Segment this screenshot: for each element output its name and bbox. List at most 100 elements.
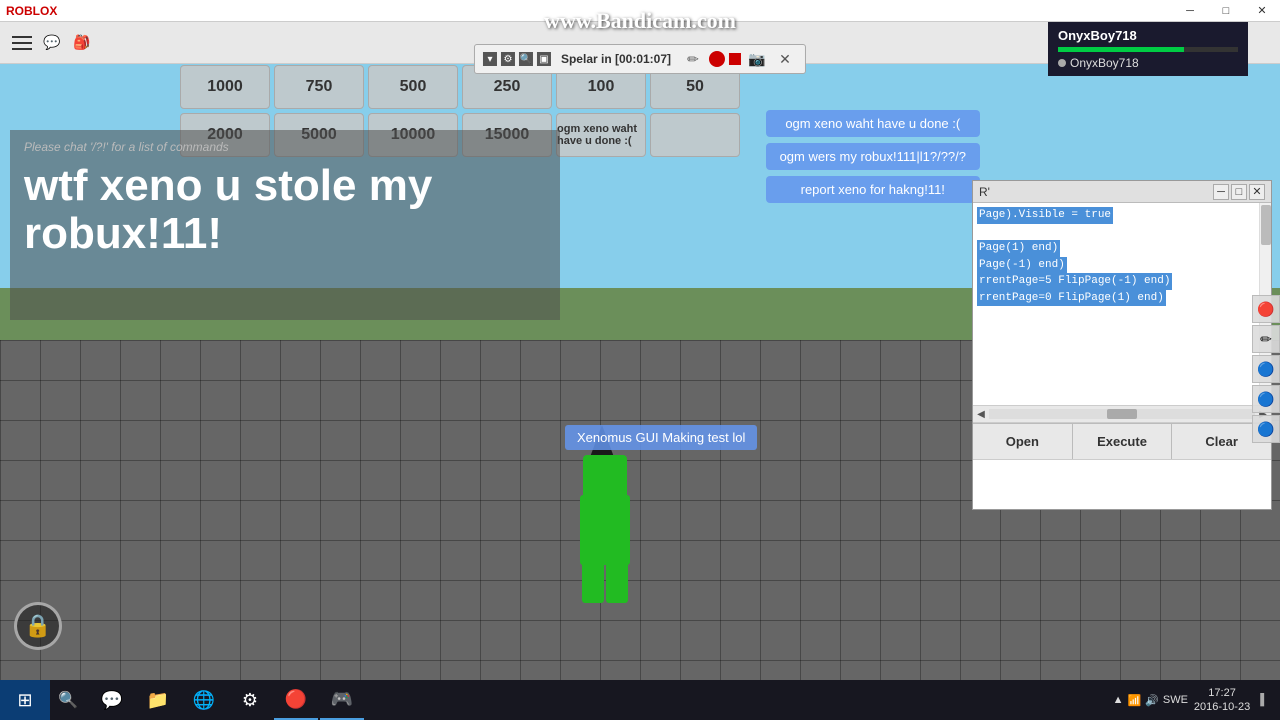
editor-title: R' [979,185,990,199]
tray-arrow[interactable]: ▲ [1113,694,1124,706]
online-user-row: OnyxBoy718 [1058,56,1238,70]
open-button[interactable]: Open [973,424,1073,459]
taskbar-app-chat[interactable]: 💬 [90,680,134,720]
chat-icon[interactable]: 💬 [40,31,64,55]
system-clock[interactable]: 17:27 2016-10-23 [1194,686,1250,715]
chat-bubble-2[interactable]: report xeno for hakng!11! [766,176,980,203]
title-bar-left: ROBLOX [0,4,57,18]
editor-horizontal-bar: ◀ ▶ [973,405,1271,423]
menu-line [12,42,32,44]
num-btn-1000[interactable]: 1000 [180,65,270,109]
code-highlighted-4: Page(-1) end) [977,257,1067,274]
side-icon-2[interactable]: ✏ [1252,325,1280,353]
char-leg-right [606,563,628,603]
taskbar: ⊞ 🔍 💬 📁 🌐 ⚙ 🔴 🎮 ▲ 📶 🔊 SWE 17:27 2016-10-… [0,680,1280,720]
user-panel-name: OnyxBoy718 [1058,28,1238,43]
taskbar-app-browser[interactable]: 🌐 [182,680,226,720]
char-body [580,495,630,565]
sys-tray: ▲ 📶 🔊 SWE [1113,694,1188,707]
code-highlighted-3: Page(1) end) [977,240,1060,257]
user-xp-bar [1058,47,1238,52]
rec-stop-btn[interactable] [729,53,741,65]
clock-time: 17:27 [1208,686,1236,700]
num-btn-chat1[interactable]: ogm xeno waht have u done :( [556,113,646,157]
menu-line [12,48,32,50]
code-area[interactable]: Page).Visible = true Page(1) end) Page(-… [973,203,1271,405]
user-xp-fill [1058,47,1184,52]
rec-camera-icon[interactable]: 📷 [745,47,769,71]
editor-title-bar: R' ─ □ ✕ [973,181,1271,203]
editor-buttons: Open Execute Clear [973,423,1271,459]
taskbar-app-settings[interactable]: ⚙ [228,680,272,720]
tray-lang: SWE [1163,694,1188,706]
start-button[interactable]: ⊞ [0,680,50,720]
online-dot [1058,59,1066,67]
rec-dropdown-btn[interactable]: ▾ [483,52,497,66]
editor-output[interactable] [973,459,1271,509]
code-line-3: Page(1) end) [977,240,1267,257]
taskbar-apps: 💬 📁 🌐 ⚙ 🔴 🎮 [90,680,364,720]
num-btn-500[interactable]: 500 [368,65,458,109]
h-scroll-track[interactable] [989,409,1255,419]
code-line-2 [977,224,1267,241]
taskbar-app-roblox[interactable]: 🎮 [320,680,364,720]
code-highlighted-1: Page).Visible = true [977,207,1113,224]
title-bar-controls: ─ □ ✕ [1172,0,1280,22]
side-icon-4[interactable]: 🔵 [1252,385,1280,413]
tray-network[interactable]: 📶 [1127,694,1141,707]
chat-messages: ogm xeno waht have u done :( ogm wers my… [766,110,980,203]
chat-bubble-0[interactable]: ogm xeno waht have u done :( [766,110,980,137]
rec-search-btn[interactable]: 🔍 [519,52,533,66]
backpack-icon[interactable]: 🎒 [70,31,94,55]
menu-line [12,36,32,38]
h-scroll-left-btn[interactable]: ◀ [973,406,989,422]
rec-pencil-icon[interactable]: ✏ [681,47,705,71]
editor-close-btn[interactable]: ✕ [1249,184,1265,200]
game-character [580,495,630,565]
editor-ctrl-buttons: ─ □ ✕ [1213,184,1265,200]
rec-close-icon[interactable]: ✕ [773,47,797,71]
h-scroll-thumb[interactable] [1107,409,1137,419]
side-icon-1[interactable]: 🔴 [1252,295,1280,323]
editor-scroll-thumb[interactable] [1261,205,1271,245]
big-chat-area: Please chat '/?!' for a list of commands… [10,130,560,320]
taskbar-app-files[interactable]: 📁 [136,680,180,720]
online-user-name: OnyxBoy718 [1070,56,1139,70]
big-chat-text: wtf xeno u stole my robux!11! [24,162,546,259]
rec-red-btn[interactable] [709,51,725,67]
user-panel: OnyxBoy718 OnyxBoy718 [1048,22,1248,76]
code-line-1: Page).Visible = true [977,207,1267,224]
lock-icon[interactable]: 🔒 [14,602,62,650]
chat-bubble-1[interactable]: ogm wers my robux!111|l1?/??/? [766,143,980,170]
num-btn-750[interactable]: 750 [274,65,364,109]
taskbar-app-record[interactable]: 🔴 [274,680,318,720]
close-button[interactable]: ✕ [1244,0,1280,22]
minimize-button[interactable]: ─ [1172,0,1208,22]
show-desktop-btn[interactable]: ▌ [1256,694,1272,706]
maximize-button[interactable]: □ [1208,0,1244,22]
side-icon-5[interactable]: 🔵 [1252,415,1280,443]
code-content: Page).Visible = true Page(1) end) Page(-… [973,203,1271,405]
taskbar-right: ▲ 📶 🔊 SWE 17:27 2016-10-23 ▌ [1113,680,1280,720]
editor-maximize-btn[interactable]: □ [1231,184,1247,200]
app-title: ROBLOX [6,4,57,18]
editor-minimize-btn[interactable]: ─ [1213,184,1229,200]
execute-button[interactable]: Execute [1073,424,1173,459]
tray-volume[interactable]: 🔊 [1145,694,1159,707]
char-label: Xenomus GUI Making test lol [565,425,757,450]
menu-icon[interactable] [8,29,36,57]
code-line-6: rrentPage=0 FlipPage(1) end) [977,290,1267,307]
code-highlighted-6: rrentPage=0 FlipPage(1) end) [977,290,1166,307]
chat-hint: Please chat '/?!' for a list of commands [24,140,546,154]
code-line-4: Page(-1) end) [977,257,1267,274]
char-leg-left [582,563,604,603]
taskbar-search-btn[interactable]: 🔍 [50,680,86,720]
clock-date: 2016-10-23 [1194,700,1250,714]
side-icon-3[interactable]: 🔵 [1252,355,1280,383]
rec-settings-btn[interactable]: ⚙ [501,52,515,66]
rec-timer: Spelar in [00:01:07] [561,52,671,66]
bandicam-watermark: www.Bandicam.com [544,8,736,34]
script-editor-panel: R' ─ □ ✕ Page).Visible = true Page(1) en… [972,180,1272,510]
code-line-5: rrentPage=5 FlipPage(-1) end) [977,273,1267,290]
rec-monitor-btn[interactable]: ▣ [537,52,551,66]
